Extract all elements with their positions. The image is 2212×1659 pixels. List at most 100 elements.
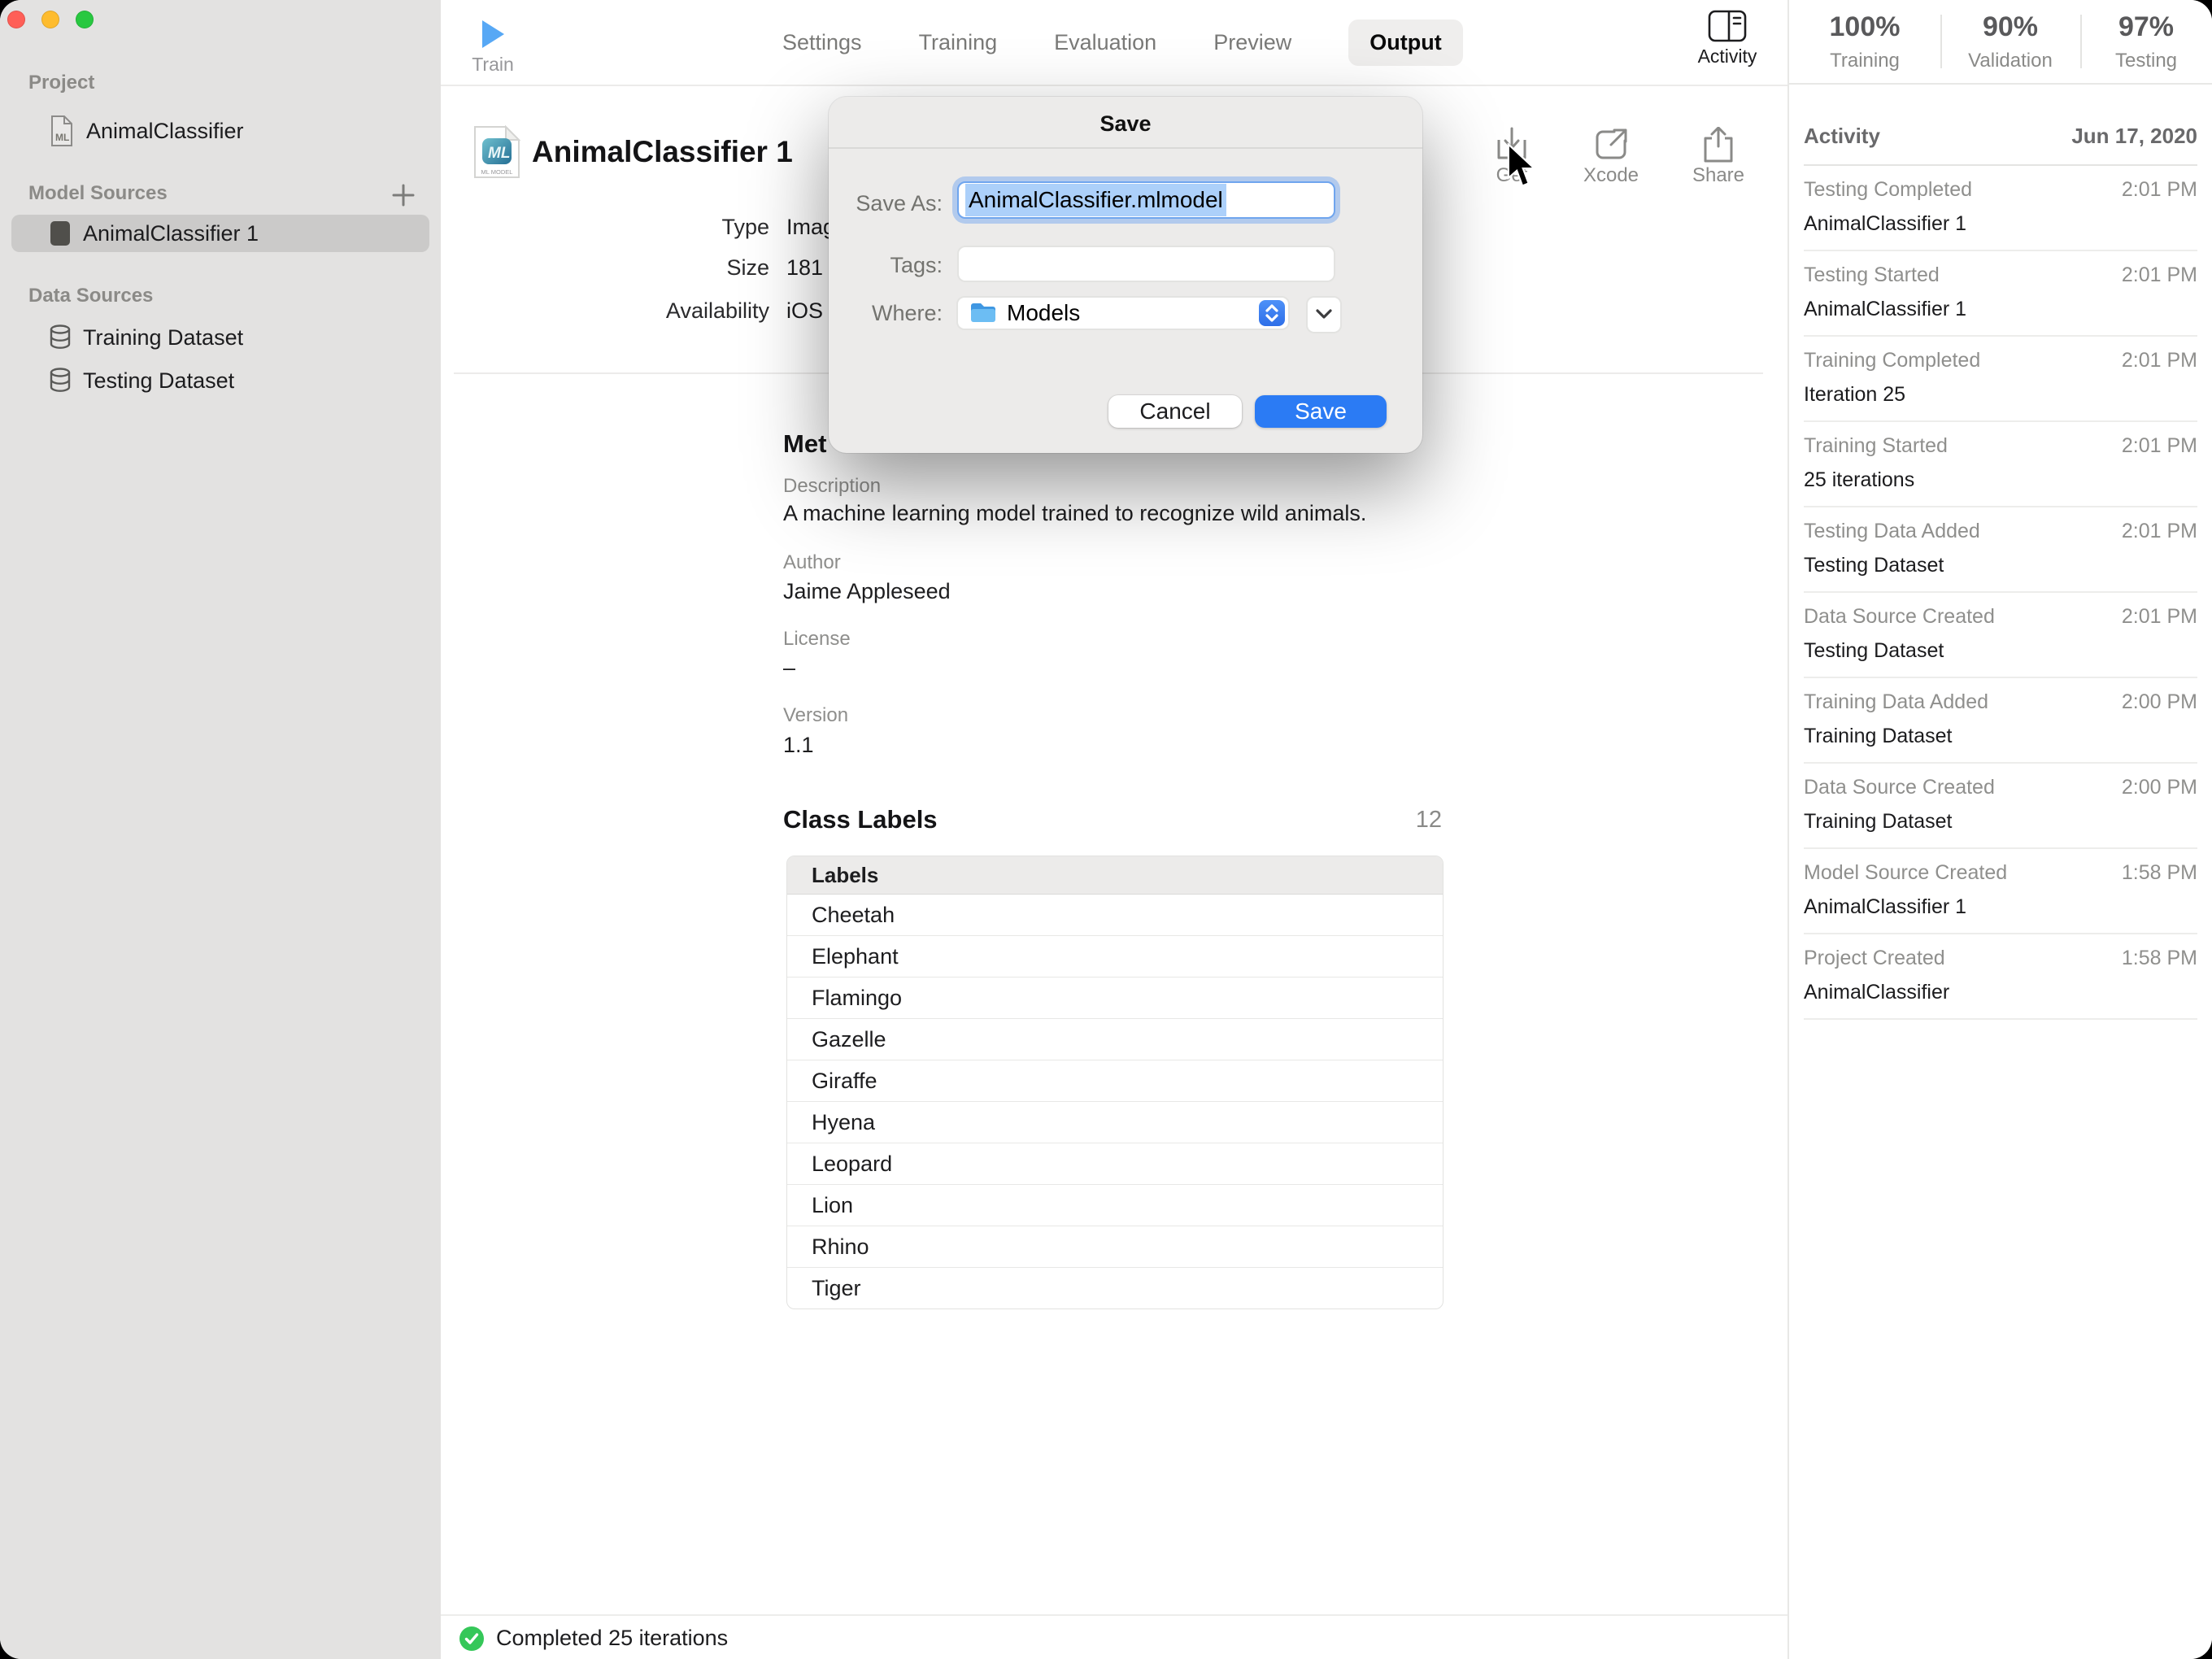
entry-title: Model Source Created [1804, 861, 2007, 885]
table-row[interactable]: Leopard [787, 1143, 1443, 1185]
tags-input[interactable] [957, 246, 1335, 282]
mlmodel-file-icon: ML ML MODEL [472, 125, 522, 179]
entry-title: Testing Started [1804, 263, 1940, 287]
sidebar-item-label: AnimalClassifier [86, 119, 244, 144]
train-label: Train [447, 54, 538, 76]
training-accuracy-label: Training [1789, 50, 1940, 72]
toolbar: Train Settings Training Evaluation Previ… [441, 0, 1787, 86]
info-label-size: Size [441, 255, 769, 281]
xcode-label: Xcode [1572, 164, 1650, 187]
sidebar-section-project: Project [28, 72, 94, 94]
entry-title: Data Source Created [1804, 605, 1995, 629]
entry-detail: Training Dataset [1804, 810, 2197, 834]
xcode-button[interactable]: Xcode [1572, 127, 1650, 187]
expand-dialog-button[interactable] [1306, 296, 1342, 333]
activity-entry: Model Source Created 1:58 PM AnimalClassi… [1804, 849, 2197, 934]
table-row[interactable]: Elephant [787, 936, 1443, 978]
entry-detail: AnimalClassifier 1 [1804, 895, 2197, 919]
activity-label: Activity [1687, 46, 1768, 67]
entry-title: Project Created [1804, 947, 1945, 970]
sidebar-item-animalclassifier[interactable]: ML AnimalClassifier [0, 112, 441, 150]
activity-toggle-button[interactable]: Activity [1687, 8, 1768, 67]
minimize-button[interactable] [41, 11, 59, 28]
open-in-xcode-icon [1572, 127, 1650, 164]
testing-accuracy-label: Testing [2080, 50, 2212, 72]
status-bar: Completed 25 iterations [441, 1614, 1787, 1659]
dialog-title: Save [829, 111, 1422, 137]
entry-time: 1:58 PM [2122, 861, 2197, 885]
table-row[interactable]: Giraffe [787, 1060, 1443, 1102]
entry-time: 2:00 PM [2122, 690, 2197, 714]
sidebar-item-testing-dataset[interactable]: Testing Dataset [0, 362, 441, 399]
tab-evaluation[interactable]: Evaluation [1054, 30, 1156, 55]
tab-settings[interactable]: Settings [782, 30, 862, 55]
entry-detail: AnimalClassifier [1804, 981, 2197, 1004]
entry-time: 2:01 PM [2122, 349, 2197, 372]
activity-log-date: Jun 17, 2020 [2071, 124, 2197, 149]
table-row[interactable]: Gazelle [787, 1019, 1443, 1060]
license-value: – [783, 655, 795, 681]
entry-title: Testing Data Added [1804, 520, 1980, 543]
sidebar-item-label: Training Dataset [83, 325, 243, 351]
stat-testing: 97% Testing [2080, 0, 2212, 83]
table-row[interactable]: Flamingo [787, 978, 1443, 1019]
sidebar-item-training-dataset[interactable]: Training Dataset [0, 319, 441, 356]
metadata-heading: Met [783, 429, 826, 459]
entry-detail: AnimalClassifier 1 [1804, 212, 2197, 236]
tab-training[interactable]: Training [919, 30, 998, 55]
traffic-lights [7, 11, 94, 28]
tags-label: Tags: [829, 253, 943, 278]
stat-training: 100% Training [1789, 0, 1940, 83]
activity-log-header: Activity [1804, 124, 1880, 149]
where-dropdown[interactable]: Models [956, 296, 1290, 330]
save-as-label: Save As: [829, 191, 943, 216]
success-check-icon [459, 1626, 485, 1652]
entry-detail: Iteration 25 [1804, 383, 2197, 407]
add-model-source-button[interactable] [389, 181, 418, 210]
entry-title: Data Source Created [1804, 776, 1995, 799]
zoom-button[interactable] [76, 11, 94, 28]
save-as-input[interactable]: AnimalClassifier.mlmodel [957, 181, 1335, 219]
entry-time: 2:01 PM [2122, 434, 2197, 458]
database-icon [49, 367, 72, 394]
entry-detail: Testing Dataset [1804, 639, 2197, 663]
sidebar-section-data-sources: Data Sources [28, 285, 153, 307]
activity-entry: Data Source Created2:00 PM Training Data… [1804, 764, 2197, 849]
where-label: Where: [829, 301, 943, 326]
table-row[interactable]: Lion [787, 1185, 1443, 1226]
activity-log: Testing Completed2:01 PM AnimalClassifie… [1804, 166, 2197, 1020]
table-row[interactable]: Rhino [787, 1226, 1443, 1268]
save-button[interactable]: Save [1255, 395, 1387, 428]
share-icon [1679, 127, 1757, 164]
entry-time: 2:01 PM [2122, 605, 2197, 629]
entry-time: 2:01 PM [2122, 520, 2197, 543]
dropdown-stepper-icon[interactable] [1259, 300, 1285, 326]
model-source-icon [49, 219, 72, 248]
activity-entry: Project Created1:58 PM AnimalClassifier [1804, 934, 2197, 1020]
tab-bar: Settings Training Evaluation Preview Out… [782, 0, 1463, 85]
share-button[interactable]: Share [1679, 127, 1757, 187]
sidebar-item-label: AnimalClassifier 1 [83, 221, 259, 246]
cancel-button[interactable]: Cancel [1108, 395, 1242, 428]
entry-title: Training Data Added [1804, 690, 1988, 714]
description-value: A machine learning model trained to reco… [783, 501, 1366, 526]
tab-output[interactable]: Output [1348, 20, 1462, 66]
entry-detail: AnimalClassifier 1 [1804, 298, 2197, 321]
activity-entry: Testing Data Added2:01 PM Testing Datase… [1804, 507, 2197, 593]
class-labels-table: Labels Cheetah Elephant Flamingo Gazelle… [786, 856, 1443, 1309]
svg-text:ML MODEL: ML MODEL [481, 168, 513, 176]
sidebar: Project ML AnimalClassifier Model Source… [0, 0, 441, 1659]
license-label: License [783, 628, 851, 651]
table-row[interactable]: Hyena [787, 1102, 1443, 1143]
chevron-down-icon [1314, 308, 1334, 321]
entry-time: 2:01 PM [2122, 263, 2197, 287]
page-title: AnimalClassifier 1 [532, 135, 793, 169]
train-button[interactable]: Train [447, 0, 538, 85]
table-row[interactable]: Cheetah [787, 895, 1443, 936]
entry-title: Training Started [1804, 434, 1948, 458]
tab-preview[interactable]: Preview [1213, 30, 1291, 55]
table-row[interactable]: Tiger [787, 1268, 1443, 1308]
sidebar-item-animalclassifier-1[interactable]: AnimalClassifier 1 [11, 215, 429, 252]
close-button[interactable] [7, 11, 25, 28]
play-icon [482, 20, 504, 48]
